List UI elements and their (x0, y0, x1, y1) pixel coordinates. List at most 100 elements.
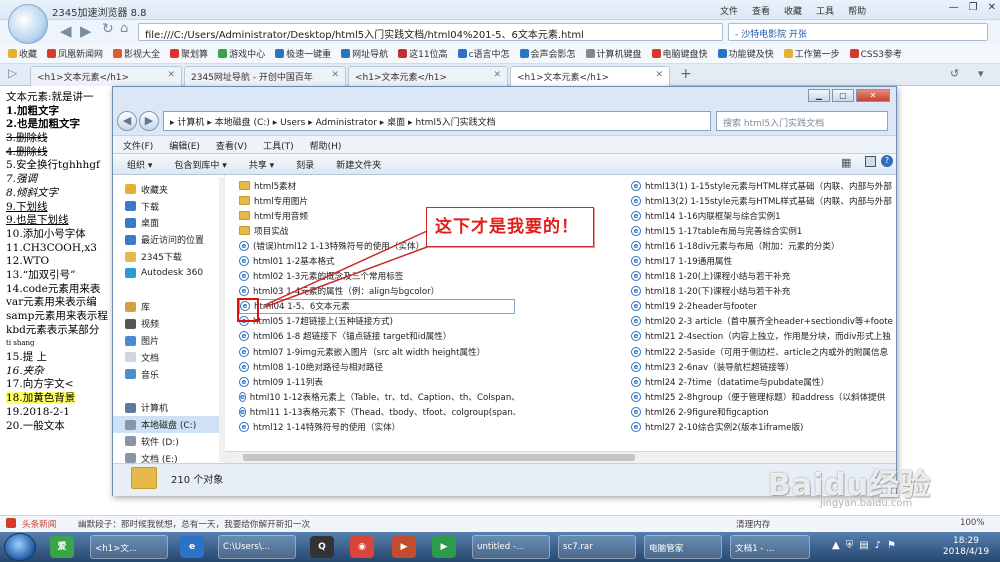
explorer-menu-item[interactable]: 查看(V) (216, 139, 247, 152)
close-tab-icon[interactable]: ✕ (167, 70, 175, 80)
explorer-menu-item[interactable]: 帮助(H) (310, 139, 342, 152)
explorer-menu-item[interactable]: 编辑(E) (169, 139, 200, 152)
close-tab-icon[interactable]: ✕ (655, 70, 663, 80)
ie-icon[interactable]: e (180, 536, 204, 558)
nav-item[interactable]: 软件 (D:) (125, 433, 224, 450)
nav-item[interactable]: 收藏夹 (125, 181, 224, 198)
file-row[interactable]: e html12 1-14特殊符号的使用（实体） (239, 420, 515, 435)
favorite-item[interactable]: 计算机键盘 (585, 47, 642, 60)
file-row[interactable]: e html10 1-12表格元素上（Table、tr、td、Caption、th… (239, 389, 515, 404)
news-headline[interactable]: 幽默段子：那时候我就想，总有一天，我要给你解开新扣一次 (78, 518, 310, 530)
file-row[interactable]: e html17 1-19通用属性 (631, 253, 901, 268)
menu-help[interactable]: 帮助 (848, 4, 866, 17)
favorite-item[interactable]: 工作第一步 (783, 47, 840, 60)
file-row[interactable]: e html20 2-3 article（首中展齐全header+sectiond… (631, 314, 901, 329)
toolbar-button[interactable]: 共享 ▾ (249, 158, 274, 171)
undo-close-icon[interactable]: ↺ (950, 67, 959, 80)
start-button[interactable] (4, 533, 36, 561)
toolbar-button[interactable]: 新建文件夹 (336, 158, 381, 171)
nav-item[interactable]: 文档 (125, 349, 224, 366)
taskbar-browser[interactable]: <h1>文... (90, 535, 168, 559)
home-icon[interactable]: ⌂ (120, 21, 128, 36)
file-row[interactable]: e html18 1-20(下)课程小结与若干补充 (631, 284, 901, 299)
favorite-item[interactable]: 影视大全 (113, 47, 160, 60)
tab-1[interactable]: <h1>文本元素</h1> ✕ (30, 66, 182, 86)
file-row[interactable]: e html06 1-8 超链接下（锚点链接 target和id属性） (239, 329, 515, 344)
scroll-thumb[interactable] (243, 454, 635, 461)
news-source[interactable]: 头条新闻 (22, 518, 56, 530)
taskbar-explorer[interactable]: C:\Users\... (218, 535, 296, 559)
favorite-item[interactable]: 聚划算 (170, 47, 208, 60)
file-row[interactable]: e html23 2-6nav（装导航栏超链接等） (631, 359, 901, 374)
file-row[interactable]: e html15 1-17table布局与完善综合实例1 (631, 223, 901, 238)
taskbar-word[interactable]: 文档1 - ... (730, 535, 810, 559)
favorite-item[interactable]: 极速一键重 (275, 47, 331, 60)
menu-file[interactable]: 文件 (720, 4, 738, 17)
restore-icon[interactable]: ❐ (969, 2, 978, 13)
toolbar-button[interactable]: 组织 ▾ (127, 158, 152, 171)
minimize-icon[interactable]: — (949, 2, 959, 13)
breadcrumb-item[interactable]: html5入门实践文档 (415, 118, 495, 128)
clock[interactable]: 18:29 2018/4/19 (936, 536, 996, 558)
favorite-item[interactable]: 收藏 (8, 47, 37, 60)
nav-item[interactable]: 本地磁盘 (C:) (113, 416, 224, 433)
qq-icon[interactable]: Q (310, 536, 334, 558)
file-row[interactable]: e html18 1-20(上)课程小结与若干补充 (631, 269, 901, 284)
favorite-item[interactable]: c语言中怎 (457, 47, 510, 60)
file-row[interactable]: e html07 1-9img元素嵌入图片（src alt width heigh… (239, 344, 515, 359)
nav-item[interactable]: 2345下载 (125, 248, 224, 265)
player-icon[interactable]: ▶ (432, 536, 456, 558)
favorite-item[interactable]: 电脑键盘快 (651, 47, 708, 60)
favorite-item[interactable]: 这11位高 (398, 47, 448, 60)
breadcrumb[interactable]: ▸ 计算机 ▸ 本地磁盘 (C:) ▸ Users ▸ Administrato… (163, 111, 711, 131)
file-row[interactable]: e html08 1-10绝对路径与相对路径 (239, 359, 515, 374)
close-icon[interactable]: ✕ (988, 2, 996, 13)
preview-pane-icon[interactable] (865, 156, 876, 167)
file-row[interactable]: e html24 2-7time（datatime与pubdate属性） (631, 374, 901, 389)
view-options-icon[interactable]: ▦ (841, 156, 851, 169)
iqiyi-icon[interactable]: 爱 (50, 536, 74, 558)
favorite-item[interactable]: 网址导航 (341, 47, 388, 60)
nav-item[interactable]: 计算机 (125, 399, 224, 416)
tab-2[interactable]: 2345网址导航 - 开创中国百年 ✕ (184, 66, 346, 86)
nav-item[interactable]: 视频 (125, 315, 224, 332)
file-row[interactable]: e html19 2-2header与footer (631, 299, 901, 314)
taskbar-sublime[interactable]: untitled -... (472, 535, 550, 559)
explorer-menu-item[interactable]: 文件(F) (123, 139, 153, 152)
file-row[interactable]: e html11 1-13表格元素下（Thead、tbody、tfoot、colg… (239, 404, 515, 419)
favorite-item[interactable]: 凤凰新闻网 (47, 47, 103, 60)
breadcrumb-item[interactable]: Users (280, 118, 305, 128)
zoom-level[interactable]: 100% (960, 518, 985, 528)
chrome-icon[interactable]: ◉ (350, 536, 374, 558)
minimize-icon[interactable]: ▁ (808, 89, 830, 102)
file-row[interactable]: html专用图片 (239, 193, 515, 208)
close-icon[interactable]: ✕ (856, 89, 890, 102)
file-row[interactable]: e html21 2-4section（内容上独立，作用是分块，而div形式上独 (631, 329, 901, 344)
breadcrumb-item[interactable]: 桌面 (387, 118, 405, 128)
favorite-item[interactable]: 会声会影怎 (519, 47, 576, 60)
back-arrow-icon[interactable]: ◀ (117, 111, 137, 131)
volume-icon[interactable]: ♪ (875, 540, 881, 551)
media-icon[interactable]: ▶ (392, 536, 416, 558)
breadcrumb-item[interactable]: Administrator (316, 118, 377, 128)
favorite-item[interactable]: CSS3参考 (849, 47, 902, 60)
forward-arrow-icon[interactable]: ▶ (80, 22, 92, 40)
new-tab-icon[interactable]: + (680, 66, 692, 82)
file-row[interactable]: e html16 1-18div元素与布局（附加：元素的分类） (631, 238, 901, 253)
tab-4-active[interactable]: <h1>文本元素</h1> ✕ (510, 66, 670, 87)
explorer-menu-item[interactable]: 工具(T) (263, 139, 294, 152)
nav-item[interactable]: 音乐 (125, 366, 224, 383)
nav-item[interactable]: 下载 (125, 198, 224, 215)
help-icon[interactable]: ? (881, 155, 893, 167)
favorite-item[interactable]: 功能键及快 (717, 47, 774, 60)
taskbar-rar[interactable]: sc7.rar (558, 535, 636, 559)
tray-arrow-icon[interactable]: ▲ (832, 540, 840, 551)
file-row[interactable]: e html13(2) 1-15style元素与HTML样式基础（内联、内部与外部 (631, 193, 901, 208)
file-row[interactable]: e html25 2-8hgroup（便于管理标题）和address（以斜体提供 (631, 389, 901, 404)
file-row[interactable]: html5素材 (239, 178, 515, 193)
explorer-search-input[interactable]: 搜索 html5入门实践文档 (716, 111, 888, 131)
toolbar-button[interactable]: 刻录 (296, 158, 314, 171)
toolbar-button[interactable]: 包含到库中 ▾ (174, 158, 226, 171)
file-row[interactable]: e html22 2-5aside（可用于侧边栏、article之内或外的附属信息 (631, 344, 901, 359)
nav-item[interactable]: 桌面 (125, 215, 224, 232)
